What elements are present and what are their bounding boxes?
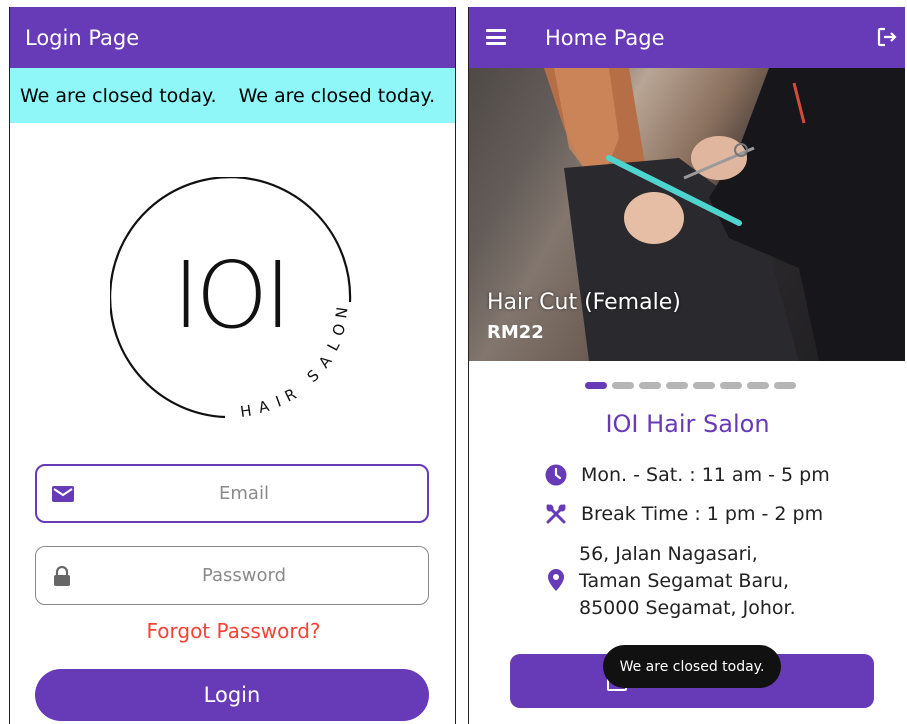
hours-text: Mon. - Sat. : 11 am - 5 pm <box>581 464 830 486</box>
lock-icon <box>50 564 74 588</box>
email-field[interactable] <box>35 464 429 523</box>
password-input[interactable] <box>36 565 428 586</box>
app-bar: Login Page <box>10 7 455 68</box>
break-time: Break Time : 1 pm - 2 pm <box>543 501 823 527</box>
logout-icon[interactable] <box>875 25 899 49</box>
carousel-indicator <box>585 382 796 389</box>
app-bar: Home Page <box>469 7 905 68</box>
carousel-dot[interactable] <box>639 382 661 389</box>
page-title: Home Page <box>545 25 665 50</box>
forgot-password-link[interactable]: Forgot Password? <box>10 619 455 643</box>
opening-hours: Mon. - Sat. : 11 am - 5 pm <box>543 462 830 488</box>
hamburger-menu-icon[interactable] <box>486 29 506 45</box>
address-line: Taman Segamat Baru, <box>579 570 790 592</box>
logo-subtitle-a2: A <box>315 352 336 372</box>
service-price: RM22 <box>487 322 544 343</box>
closed-notice-marquee: We are closed today. We are closed today… <box>10 68 455 123</box>
salon-logo: IOI H A I R S A L O N <box>110 177 352 421</box>
carousel-dot[interactable] <box>693 382 715 389</box>
clock-icon <box>543 462 569 488</box>
logo-subtitle-i: I <box>273 392 283 410</box>
marquee-text: We are closed today. <box>20 84 217 107</box>
salon-name: IOI Hair Salon <box>605 410 770 438</box>
marquee-text: We are closed today. <box>238 84 436 107</box>
carousel-dot[interactable] <box>612 382 634 389</box>
email-input[interactable] <box>37 483 427 504</box>
mail-icon <box>51 482 75 506</box>
address-line: 56, Jalan Nagasari, <box>579 543 758 565</box>
logo-subtitle-h: H <box>239 402 253 421</box>
login-screen: Login Page We are closed today. We are c… <box>9 7 456 724</box>
carousel-dot[interactable] <box>774 382 796 389</box>
service-title: Hair Cut (Female) <box>487 290 681 315</box>
logo-subtitle-o: O <box>329 321 350 338</box>
login-button[interactable]: Login <box>35 669 429 721</box>
salon-address: 56, Jalan Nagasari, Taman Segamat Baru, … <box>579 541 796 622</box>
home-screen: Home Page Hair Cut (Female) RM22 IOI Hai… <box>468 7 905 724</box>
logo-mark: IOI <box>173 242 288 349</box>
logo-subtitle-l: L <box>324 337 344 353</box>
page-title: Login Page <box>25 25 140 50</box>
logo-subtitle-r: R <box>282 385 299 406</box>
cutlery-icon <box>543 501 569 527</box>
service-carousel[interactable]: Hair Cut (Female) RM22 <box>469 68 905 361</box>
address-line: 85000 Segamat, Johor. <box>579 597 796 619</box>
carousel-dot[interactable] <box>747 382 769 389</box>
logo-subtitle-a: A <box>257 397 272 417</box>
password-field[interactable] <box>35 546 429 605</box>
break-time-text: Break Time : 1 pm - 2 pm <box>581 503 824 525</box>
carousel-dot[interactable] <box>720 382 742 389</box>
logo-subtitle-s: S <box>304 366 323 386</box>
carousel-dot[interactable] <box>666 382 688 389</box>
logo-subtitle-n: N <box>332 306 351 320</box>
haircut-photo <box>469 68 905 361</box>
toast-message: We are closed today. <box>603 645 781 688</box>
location-pin-icon <box>548 569 564 591</box>
carousel-dot-active[interactable] <box>585 382 607 389</box>
